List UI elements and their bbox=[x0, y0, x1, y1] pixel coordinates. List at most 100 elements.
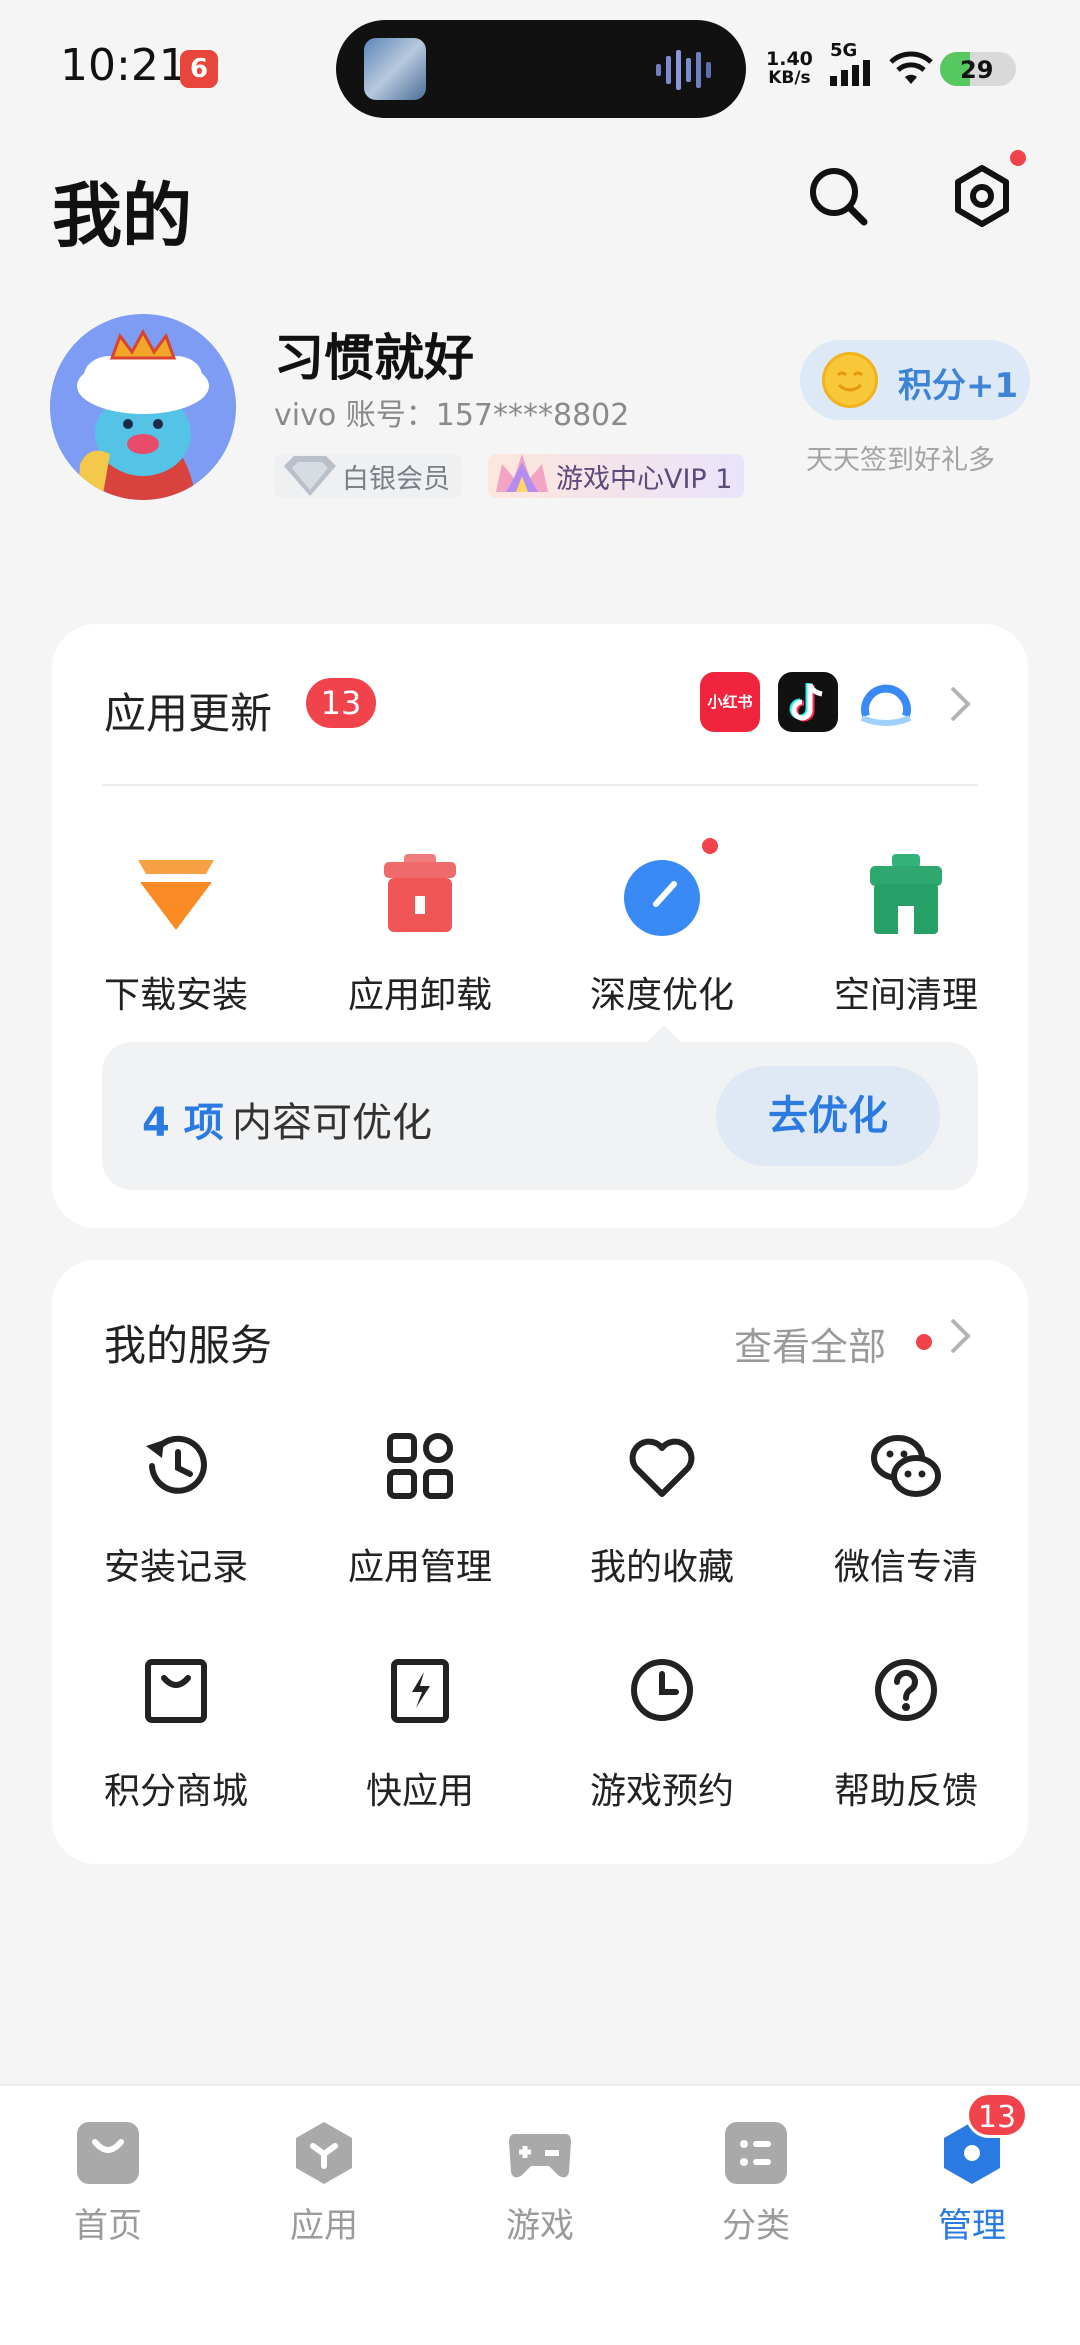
nav-games[interactable]: 游戏 bbox=[460, 2120, 620, 2247]
chevron-right-icon[interactable] bbox=[948, 684, 972, 724]
service-label: 应用管理 bbox=[347, 1547, 492, 1588]
diamond-icon bbox=[284, 456, 336, 496]
xiaohongshu-label: 小红书 bbox=[707, 693, 753, 711]
clean-icon bbox=[856, 850, 956, 940]
net-speed-value: 1.40 bbox=[766, 48, 813, 70]
mascot-avatar-icon bbox=[50, 314, 236, 500]
points-mall-button[interactable]: 积分商城 bbox=[76, 1650, 276, 1814]
battery-indicator: 29 bbox=[940, 52, 1016, 86]
crown-icon bbox=[496, 454, 548, 492]
download-install-button[interactable]: 下载安装 bbox=[76, 850, 276, 1018]
search-icon bbox=[810, 168, 868, 226]
service-label: 帮助反馈 bbox=[833, 1771, 978, 1812]
service-label: 快应用 bbox=[365, 1771, 474, 1812]
wechat-clean-button[interactable]: 微信专清 bbox=[806, 1426, 1006, 1590]
avatar[interactable] bbox=[50, 314, 236, 500]
coin-icon bbox=[822, 352, 878, 408]
uninstall-button[interactable]: 应用卸载 bbox=[320, 850, 520, 1018]
status-bar: 10:21 6 1.40 KB/s 5G 29 bbox=[0, 0, 1080, 140]
status-time: 10:21 bbox=[60, 40, 187, 91]
checkin-subtitle: 天天签到好礼多 bbox=[806, 445, 995, 476]
signal-icon: 5G bbox=[830, 42, 874, 90]
home-icon bbox=[75, 2120, 141, 2186]
history-icon bbox=[146, 1435, 207, 1494]
wifi-icon bbox=[889, 51, 933, 84]
gamepad-icon bbox=[507, 2120, 573, 2186]
deep-optimize-button[interactable]: 深度优化 bbox=[562, 838, 762, 1018]
nav-label: 管理 bbox=[938, 2206, 1006, 2246]
settings-button[interactable] bbox=[942, 156, 1022, 236]
silver-member-label: 白银会员 bbox=[342, 463, 450, 495]
quick-app-button[interactable]: 快应用 bbox=[320, 1650, 520, 1814]
my-services-title: 我的服务 bbox=[104, 1321, 273, 1370]
app-updates-title[interactable]: 应用更新 bbox=[104, 680, 272, 741]
account-id: vivo 账号：157****8802 bbox=[274, 398, 630, 433]
points-label: 积分+1 bbox=[898, 366, 1019, 406]
uninstall-icon bbox=[370, 850, 470, 940]
grid-icon bbox=[387, 1433, 453, 1499]
douyin-app-icon bbox=[778, 672, 838, 732]
tool-label: 深度优化 bbox=[589, 975, 734, 1016]
chevron-right-icon[interactable] bbox=[948, 1316, 972, 1356]
view-all-notification-dot bbox=[916, 1334, 932, 1350]
update-count-badge: 13 bbox=[306, 678, 376, 728]
silver-member-badge[interactable]: 白银会员 bbox=[274, 454, 462, 498]
page-title: 我的 bbox=[52, 175, 192, 257]
install-history-button[interactable]: 安装记录 bbox=[76, 1426, 276, 1590]
view-all-link[interactable]: 查看全部 bbox=[734, 1316, 886, 1371]
nav-label: 首页 bbox=[74, 2206, 142, 2246]
optimize-text: 内容可优化 bbox=[232, 1100, 432, 1146]
tool-label: 下载安装 bbox=[103, 975, 248, 1016]
optimize-notification-dot bbox=[702, 838, 718, 854]
tool-label: 空间清理 bbox=[833, 975, 978, 1016]
optimize-icon bbox=[612, 838, 718, 940]
service-label: 安装记录 bbox=[103, 1547, 248, 1588]
vip-badge[interactable]: 游戏中心VIP 1 bbox=[488, 454, 745, 498]
manage-count-badge: 13 bbox=[966, 2092, 1028, 2138]
username: 习惯就好 bbox=[274, 329, 474, 387]
network-type: 5G bbox=[830, 40, 858, 61]
nav-label: 分类 bbox=[722, 2206, 790, 2246]
wechat-icon bbox=[871, 1435, 941, 1497]
nav-manage[interactable]: 管理 bbox=[892, 2120, 1052, 2247]
apps-icon bbox=[291, 2120, 357, 2186]
service-label: 我的收藏 bbox=[589, 1547, 734, 1588]
vip-label: 游戏中心VIP 1 bbox=[556, 463, 733, 495]
settings-notification-dot bbox=[1010, 150, 1026, 166]
nav-home[interactable]: 首页 bbox=[28, 2120, 188, 2247]
shop-icon bbox=[145, 1659, 207, 1723]
space-clean-button[interactable]: 空间清理 bbox=[806, 850, 1006, 1018]
audio-wave-icon bbox=[656, 50, 711, 90]
net-speed: 1.40 KB/s bbox=[766, 50, 813, 88]
download-icon bbox=[126, 850, 226, 940]
app-management-button[interactable]: 应用管理 bbox=[320, 1426, 520, 1590]
clock-icon bbox=[631, 1659, 693, 1721]
net-speed-unit: KB/s bbox=[768, 68, 811, 88]
heart-icon bbox=[629, 1438, 695, 1497]
checkin-points-button[interactable]: 积分+1 bbox=[800, 340, 1030, 420]
my-services-card: 我的服务 查看全部 安装记录 应用管理 我的收藏 微信专清 积分商城 快应用 游… bbox=[52, 1260, 1028, 1864]
game-reservation-button[interactable]: 游戏预约 bbox=[562, 1650, 762, 1814]
notification-app-icon: 6 bbox=[180, 50, 218, 88]
my-favorites-button[interactable]: 我的收藏 bbox=[562, 1426, 762, 1590]
optimize-button[interactable]: 去优化 bbox=[716, 1066, 940, 1166]
service-label: 微信专清 bbox=[833, 1547, 978, 1588]
app-updates-card: 应用更新 13 小红书 下载安装 应用卸载 深度优化 空间清理 4 项 内容可优… bbox=[52, 624, 1028, 1228]
battery-level: 29 bbox=[960, 56, 994, 84]
nav-category[interactable]: 分类 bbox=[676, 2120, 836, 2247]
category-icon bbox=[723, 2120, 789, 2186]
browser-app-icon bbox=[856, 672, 916, 732]
quick-app-icon bbox=[391, 1659, 449, 1723]
divider bbox=[102, 784, 978, 786]
nav-label: 游戏 bbox=[506, 2206, 574, 2246]
settings-icon bbox=[955, 165, 1009, 227]
xiaohongshu-app-icon: 小红书 bbox=[700, 672, 760, 732]
search-button[interactable] bbox=[798, 156, 878, 236]
dynamic-island[interactable] bbox=[336, 20, 746, 118]
nav-apps[interactable]: 应用 bbox=[244, 2120, 404, 2247]
help-feedback-button[interactable]: 帮助反馈 bbox=[806, 1650, 1006, 1814]
bottom-navigation: 首页 应用 游戏 分类 管理 bbox=[0, 2084, 1080, 2345]
service-label: 积分商城 bbox=[103, 1771, 248, 1812]
media-thumbnail bbox=[364, 38, 426, 100]
optimize-count: 4 项 bbox=[142, 1100, 224, 1146]
